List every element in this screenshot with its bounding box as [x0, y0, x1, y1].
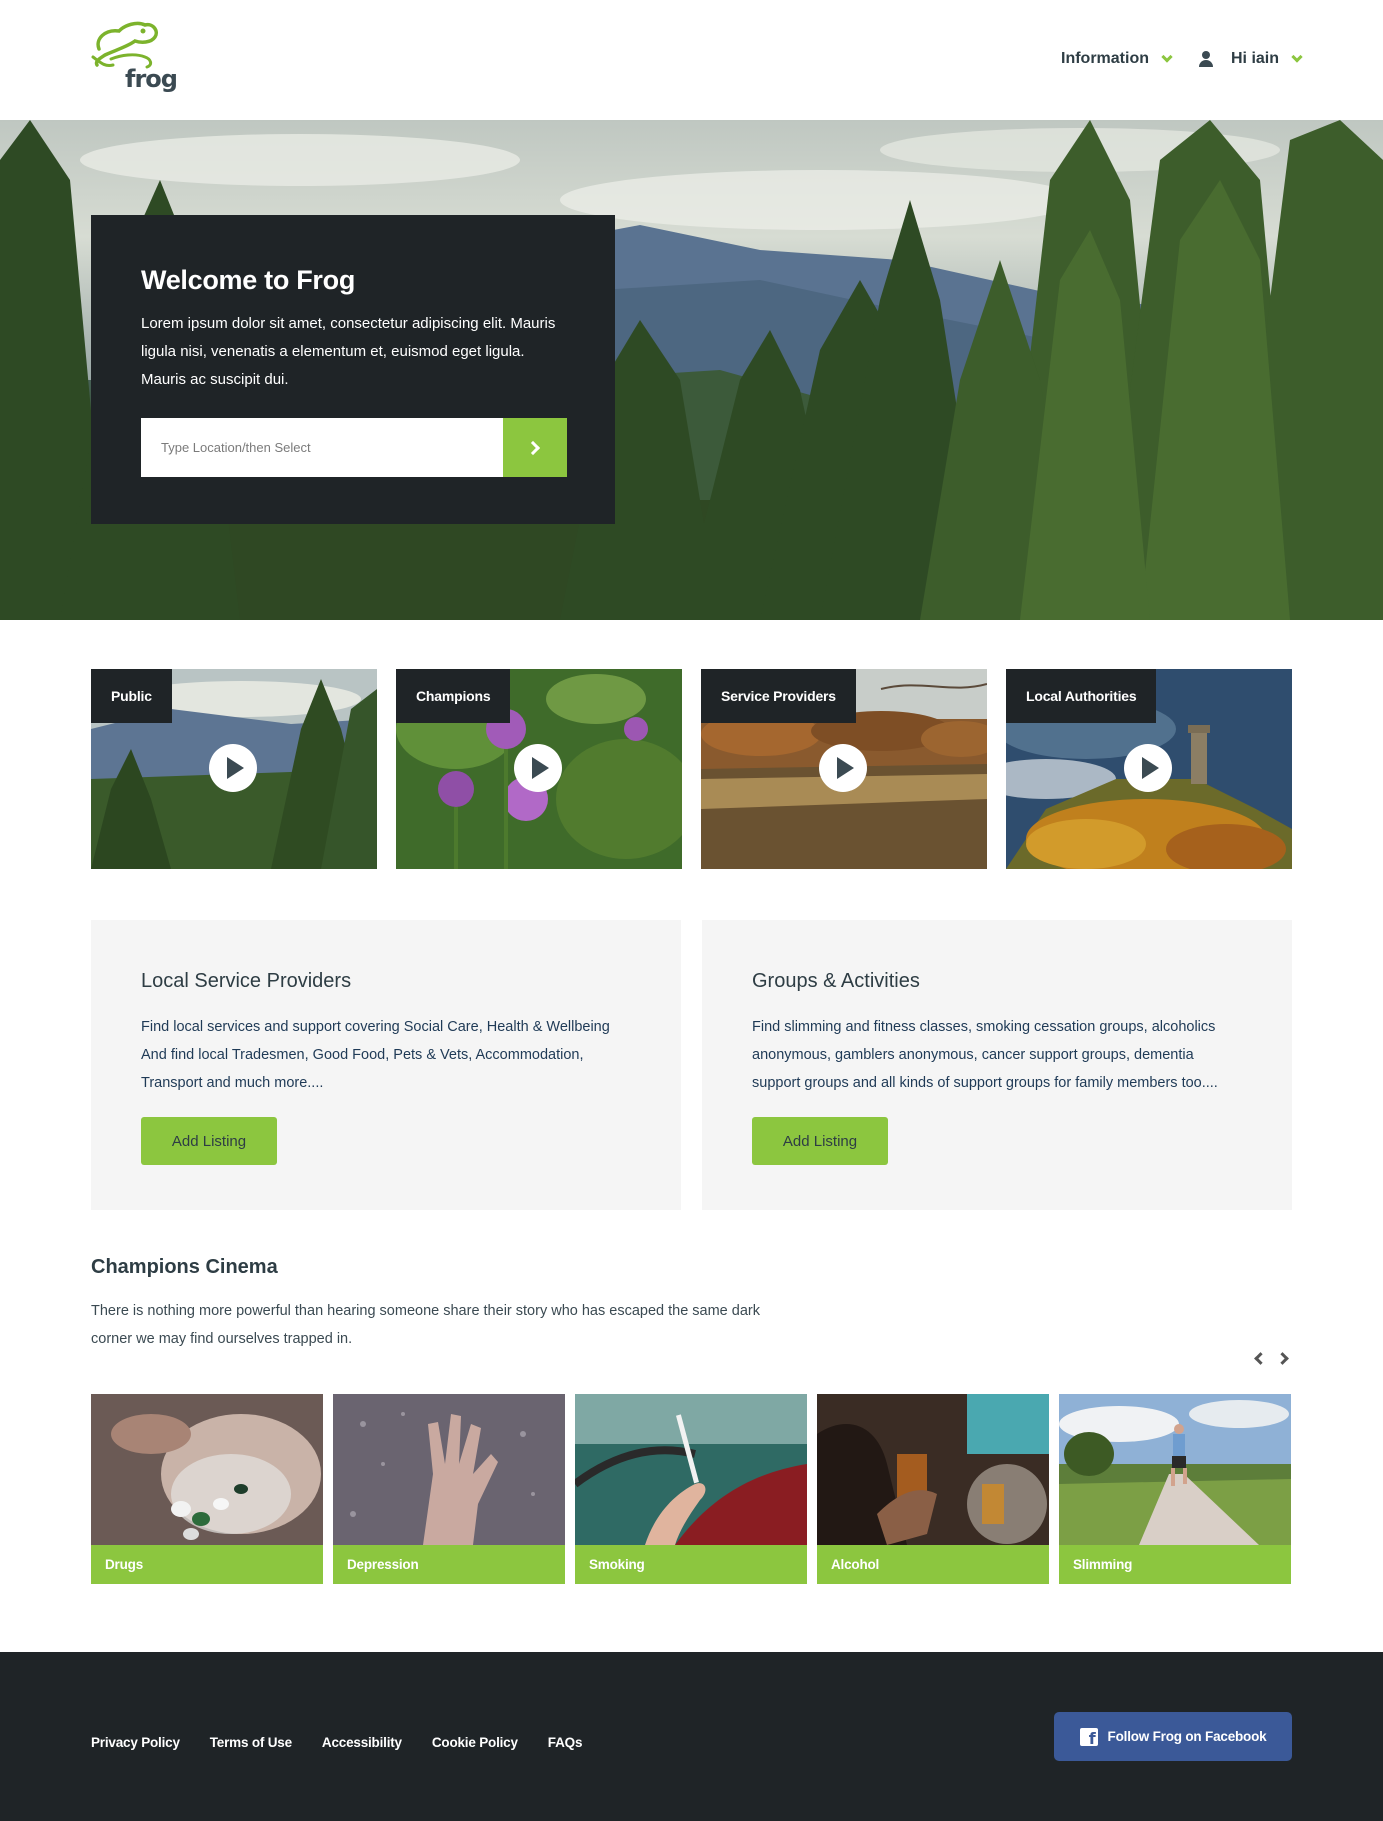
footer-link-privacy-policy[interactable]: Privacy Policy [91, 1735, 180, 1750]
drinking-man-image [817, 1394, 1049, 1545]
add-listing-button[interactable]: Add Listing [141, 1117, 277, 1165]
runner-on-path-image [1059, 1394, 1291, 1545]
carousel-next-button[interactable] [1276, 1350, 1294, 1368]
cinema-card-label: Slimming [1059, 1545, 1291, 1584]
site-footer: Privacy Policy Terms of Use Accessibilit… [0, 1652, 1383, 1821]
site-header: frog Information Hi iain [0, 0, 1383, 120]
cinema-description: There is nothing more powerful than hear… [91, 1303, 760, 1347]
hero-title: Welcome to Frog [141, 265, 356, 295]
panel-description: Find local services and support covering… [141, 1019, 610, 1091]
cinema-card-alcohol[interactable]: Alcohol [817, 1394, 1049, 1584]
video-tile-public[interactable]: Public [91, 669, 377, 869]
nav-user-dropdown[interactable]: Hi iain [1199, 50, 1303, 68]
play-icon[interactable] [514, 744, 562, 792]
cinema-card-drugs[interactable]: Drugs [91, 1394, 323, 1584]
follow-on-facebook-button[interactable]: Follow Frog on Facebook [1054, 1712, 1292, 1761]
video-tile-label: Champions [396, 669, 511, 723]
hand-on-glass-image [333, 1394, 565, 1545]
cinema-card-smoking[interactable]: Smoking [575, 1394, 807, 1584]
panel-title: Groups & Activities [752, 970, 920, 992]
footer-links: Privacy Policy Terms of Use Accessibilit… [91, 1735, 582, 1750]
chevron-down-icon [1161, 50, 1173, 63]
cinema-card-label: Drugs [91, 1545, 323, 1584]
user-icon [1199, 51, 1213, 67]
frog-logo[interactable]: frog [91, 21, 178, 98]
pills-image [91, 1394, 323, 1545]
cinema-carousel: Drugs Depression Smoking Alcohol Slimmin… [91, 1394, 1292, 1584]
hero-banner: Welcome to Frog Lorem ipsum dolor sit am… [0, 120, 1383, 620]
groups-activities-panel: Groups & Activities Find slimming and fi… [702, 920, 1292, 1210]
carousel-prev-button[interactable] [1250, 1350, 1268, 1368]
chevron-right-icon [525, 440, 541, 455]
chevron-left-icon [1254, 1352, 1267, 1365]
play-icon[interactable] [819, 744, 867, 792]
welcome-panel: Welcome to Frog Lorem ipsum dolor sit am… [91, 215, 615, 524]
footer-link-faqs[interactable]: FAQs [548, 1735, 583, 1750]
play-icon[interactable] [1124, 744, 1172, 792]
cinema-title: Champions Cinema [91, 1256, 278, 1278]
location-search-button[interactable] [503, 418, 567, 477]
cinema-card-label: Smoking [575, 1545, 807, 1584]
video-tile-label: Public [91, 669, 172, 723]
video-tiles: Public Champions Service Providers Local… [91, 669, 1292, 869]
video-tile-service-providers[interactable]: Service Providers [701, 669, 987, 869]
location-search-input[interactable] [141, 418, 503, 477]
nav-user-label: Hi iain [1231, 50, 1280, 67]
nav-information-dropdown[interactable]: Information [1061, 50, 1173, 68]
cinema-card-depression[interactable]: Depression [333, 1394, 565, 1584]
cinema-card-label: Depression [333, 1545, 565, 1584]
play-icon[interactable] [209, 744, 257, 792]
cinema-card-slimming[interactable]: Slimming [1059, 1394, 1291, 1584]
panel-description: Find slimming and fitness classes, smoki… [752, 1019, 1218, 1091]
nav-information-label: Information [1061, 50, 1149, 67]
facebook-icon [1079, 1727, 1098, 1748]
video-tile-label: Local Authorities [1006, 669, 1157, 723]
cigarette-hand-image [575, 1394, 807, 1545]
local-service-providers-panel: Local Service Providers Find local servi… [91, 920, 681, 1210]
logo-text: frog [125, 65, 178, 93]
footer-link-terms-of-use[interactable]: Terms of Use [210, 1735, 292, 1750]
video-tile-label: Service Providers [701, 669, 856, 723]
video-tile-champions[interactable]: Champions [396, 669, 682, 869]
location-search [141, 418, 567, 477]
panel-title: Local Service Providers [141, 970, 352, 992]
cinema-card-label: Alcohol [817, 1545, 1049, 1584]
hero-description: Lorem ipsum dolor sit amet, consectetur … [141, 315, 556, 388]
chevron-right-icon [1276, 1352, 1289, 1365]
video-tile-local-authorities[interactable]: Local Authorities [1006, 669, 1292, 869]
add-listing-button[interactable]: Add Listing [752, 1117, 888, 1165]
chevron-down-icon [1291, 50, 1303, 63]
facebook-button-label: Follow Frog on Facebook [1107, 1729, 1267, 1744]
footer-link-accessibility[interactable]: Accessibility [322, 1735, 402, 1750]
footer-link-cookie-policy[interactable]: Cookie Policy [432, 1735, 518, 1750]
